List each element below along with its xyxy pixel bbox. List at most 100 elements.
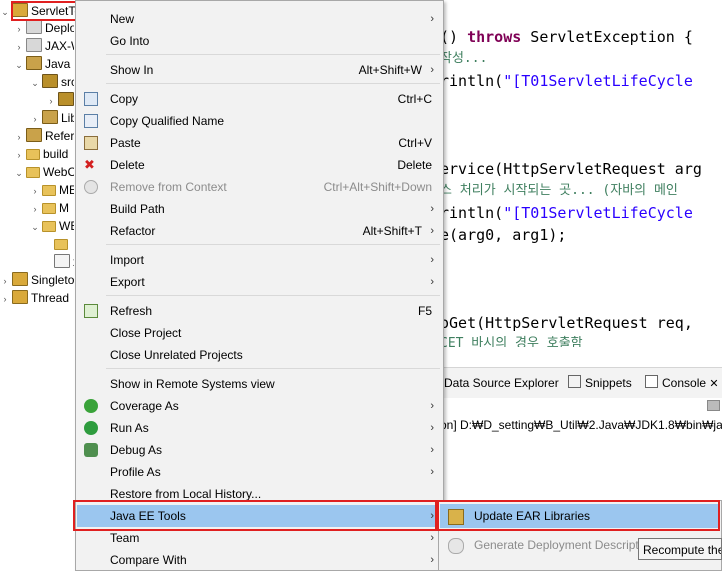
menu-item-export[interactable]: Export ›	[77, 271, 442, 293]
tree-item-web-xml[interactable]: x	[52, 253, 74, 271]
menu-item-shortcut: Alt+Shift+W	[358, 63, 422, 77]
project-icon	[12, 290, 28, 304]
code-comment: CET 바시의 경우 호출함	[440, 336, 583, 347]
menu-item-label: New	[110, 12, 135, 26]
terminate-icon[interactable]	[707, 400, 720, 411]
collapse-icon[interactable]: ⌄	[30, 218, 40, 235]
submenu-arrow-icon: ›	[430, 225, 434, 237]
java-ee-tools-highlight-box	[73, 500, 437, 531]
submenu-arrow-icon: ›	[430, 13, 434, 25]
expand-icon[interactable]: ›	[0, 272, 10, 289]
expand-icon[interactable]: ›	[14, 146, 24, 163]
tree-item-label: Singleton	[31, 273, 74, 287]
submenu-arrow-icon: ›	[430, 400, 434, 412]
collapse-icon[interactable]: ⌄	[14, 164, 24, 181]
expand-icon[interactable]: ›	[0, 290, 10, 307]
menu-item-copy-qualified-name[interactable]: Copy Qualified Name	[77, 110, 442, 132]
tree-item-label: Deployment Descriptor	[45, 21, 74, 35]
descriptor-icon	[26, 20, 42, 34]
tree-item-src[interactable]: ⌄ src	[30, 73, 74, 91]
submenu-arrow-icon: ›	[430, 203, 434, 215]
expand-icon[interactable]: ›	[30, 182, 40, 199]
menu-item-remove-from-context[interactable]: Remove from Context Ctrl+Alt+Shift+Down	[77, 176, 442, 198]
menu-item-refresh[interactable]: Refresh F5	[77, 300, 442, 322]
tree-item-meta-inf[interactable]: › META-INF	[30, 181, 75, 199]
menu-item-delete[interactable]: ✖ Delete Delete	[77, 154, 442, 176]
context-menu: New › Go Into Show In Alt+Shift+W › Copy Ctrl+C…	[75, 0, 444, 571]
expand-icon[interactable]: ›	[14, 38, 24, 55]
menu-item-label: Show in Remote Systems view	[110, 377, 275, 391]
code-text: rintln(	[440, 204, 504, 222]
menu-item-debug-as[interactable]: Debug As ›	[77, 439, 442, 461]
tree-item-deployment-descriptor[interactable]: › Deployment Descriptor	[14, 19, 74, 37]
tree-item-thread[interactable]: › Thread	[0, 289, 74, 307]
tree-item-lib-folder[interactable]	[52, 235, 74, 253]
code-line: () throws ServletException {	[440, 26, 693, 48]
expand-icon[interactable]: ›	[46, 92, 56, 109]
menu-item-go-into[interactable]: Go Into	[77, 30, 442, 52]
folder-icon	[26, 149, 40, 160]
tree-item-m[interactable]: › M	[30, 199, 74, 217]
tree-item-webcontent[interactable]: ⌄ WebContent	[14, 163, 74, 181]
menu-item-run-as[interactable]: Run As ›	[77, 417, 442, 439]
tab-console[interactable]: Console ✕	[645, 368, 719, 398]
tree-item-web-inf[interactable]: ⌄ WEB-INF	[30, 217, 74, 235]
menu-item-shortcut: Ctrl+C	[397, 92, 432, 106]
code-text: rintln(	[440, 72, 504, 90]
xml-file-icon	[54, 254, 70, 268]
expand-icon[interactable]: ›	[14, 128, 24, 145]
menu-item-refactor[interactable]: Refactor Alt+Shift+T ›	[77, 220, 442, 242]
collapse-icon[interactable]: ⌄	[0, 3, 10, 21]
code-line: ervice(HttpServletRequest arg	[440, 158, 702, 180]
menu-item-compare-with[interactable]: Compare With ›	[77, 549, 442, 571]
menu-separator	[106, 83, 440, 84]
menu-item-shortcut: Ctrl+V	[398, 136, 432, 150]
tree-item-build[interactable]: › build	[14, 145, 74, 163]
close-icon[interactable]: ✕	[709, 378, 718, 390]
update-ear-highlight-box	[437, 500, 720, 531]
tab-snippets[interactable]: Snippets	[568, 368, 632, 398]
code-line: oGet(HttpServletRequest req,	[440, 312, 693, 334]
menu-item-copy[interactable]: Copy Ctrl+C	[77, 88, 442, 110]
refresh-icon	[84, 304, 98, 318]
menu-item-show-in[interactable]: Show In Alt+Shift+W ›	[77, 59, 442, 81]
remove-context-icon	[84, 180, 98, 194]
tree-item-label: WebContent	[43, 165, 74, 179]
tree-item-libraries[interactable]: › Libraries	[30, 109, 74, 127]
tree-item-label: JAX-WS Web Services	[45, 39, 74, 53]
menu-item-label: Refactor	[110, 224, 156, 238]
menu-item-build-path[interactable]: Build Path ›	[77, 198, 442, 220]
code-comment: 작성...	[440, 51, 488, 66]
collapse-icon[interactable]: ⌄	[14, 56, 24, 73]
submenu-arrow-icon: ›	[430, 466, 434, 478]
tree-item-referenced-libraries[interactable]: › Referenced Libraries	[14, 127, 74, 145]
menu-item-coverage-as[interactable]: Coverage As ›	[77, 395, 442, 417]
menu-item-show-in-remote-systems-view[interactable]: Show in Remote Systems view	[77, 373, 442, 395]
project-icon	[12, 272, 28, 286]
menu-item-label: Close Unrelated Projects	[110, 348, 243, 362]
tree-item-package[interactable]: ›s	[46, 91, 74, 109]
tree-item-jax-ws[interactable]: › JAX-WS Web Services	[14, 37, 74, 55]
expand-icon[interactable]: ›	[30, 110, 40, 127]
snippets-icon	[568, 375, 581, 388]
collapse-icon[interactable]: ⌄	[30, 74, 40, 91]
menu-item-close-unrelated-projects[interactable]: Close Unrelated Projects	[77, 344, 442, 366]
menu-item-label: Compare With	[110, 553, 187, 567]
expand-icon[interactable]: ›	[30, 200, 40, 217]
expand-icon[interactable]: ›	[14, 20, 24, 37]
tree-item-singleton[interactable]: › Singleton	[0, 271, 74, 289]
submenu-arrow-icon: ›	[430, 254, 434, 266]
menu-item-new[interactable]: New ›	[77, 8, 442, 30]
menu-item-close-project[interactable]: Close Project	[77, 322, 442, 344]
tab-data-source-explorer[interactable]: Data Source Explorer	[444, 368, 559, 398]
menu-item-label: Show In	[110, 63, 154, 77]
menu-item-profile-as[interactable]: Profile As ›	[77, 461, 442, 483]
tree-item-label: Referenced Libraries	[45, 129, 74, 143]
menu-item-label: Remove from Context	[110, 180, 227, 194]
menu-separator	[106, 295, 440, 296]
folder-icon	[42, 221, 56, 232]
menu-item-paste[interactable]: Paste Ctrl+V	[77, 132, 442, 154]
tree-item-java-resources[interactable]: ⌄ Java Resources	[14, 55, 74, 73]
menu-item-import[interactable]: Import ›	[77, 249, 442, 271]
menu-separator	[106, 54, 440, 55]
